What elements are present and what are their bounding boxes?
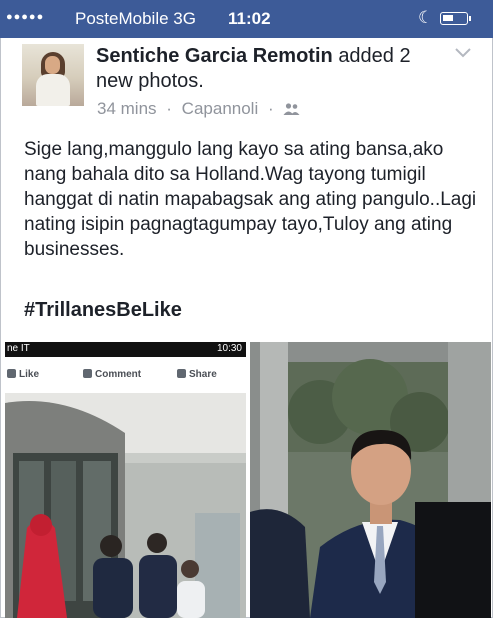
share-icon xyxy=(177,369,186,378)
status-bar: ●●●●● PosteMobile 3G 11:02 ☾ xyxy=(0,0,493,38)
share-button[interactable]: Share xyxy=(177,369,217,380)
phone-status-left: ne IT xyxy=(7,343,30,354)
chevron-down-icon[interactable] xyxy=(453,45,473,61)
post-meta: 34 mins · Capannoli · xyxy=(97,99,301,119)
post-body: Sige lang,manggulo lang kayo sa ating ba… xyxy=(24,139,477,260)
thumbs-up-icon xyxy=(7,369,16,378)
street-scene-image xyxy=(5,393,246,618)
comment-icon xyxy=(83,369,92,378)
clock: 11:02 xyxy=(228,9,271,28)
phone-status-bar: ne IT 10:30 xyxy=(5,342,246,357)
network-type: 3G xyxy=(173,9,196,28)
like-label: Like xyxy=(19,369,40,380)
photo-right[interactable] xyxy=(250,342,491,618)
signal-strength-icon: ●●●●● xyxy=(6,11,45,23)
hashtag-link[interactable]: #TrillanesBeLike xyxy=(24,299,182,322)
comment-button[interactable]: Comment xyxy=(83,369,141,380)
author-name[interactable]: Sentiche Garcia Remotin xyxy=(96,45,333,67)
photo-action-bar: Like Comment Share xyxy=(5,357,246,394)
share-label: Share xyxy=(189,369,217,380)
meta-separator-2: · xyxy=(267,99,274,118)
like-button[interactable]: Like xyxy=(7,369,39,380)
carrier-name: PosteMobile 3G xyxy=(75,9,196,29)
do-not-disturb-icon: ☾ xyxy=(418,8,434,27)
post-location[interactable]: Capannoli xyxy=(182,99,259,118)
post-timestamp[interactable]: 34 mins xyxy=(97,99,157,118)
battery-icon xyxy=(440,12,471,25)
friends-icon xyxy=(283,103,300,115)
avatar[interactable] xyxy=(22,44,84,106)
carrier-label: PosteMobile xyxy=(75,9,169,28)
meta-separator: · xyxy=(166,99,172,118)
comment-label: Comment xyxy=(95,369,142,380)
post-header-text: Sentiche Garcia Remotin added 2 new phot… xyxy=(96,44,446,94)
photo-left[interactable]: ne IT 10:30 Like Comment Share xyxy=(5,342,246,618)
phone-status-time: 10:30 xyxy=(216,343,242,354)
